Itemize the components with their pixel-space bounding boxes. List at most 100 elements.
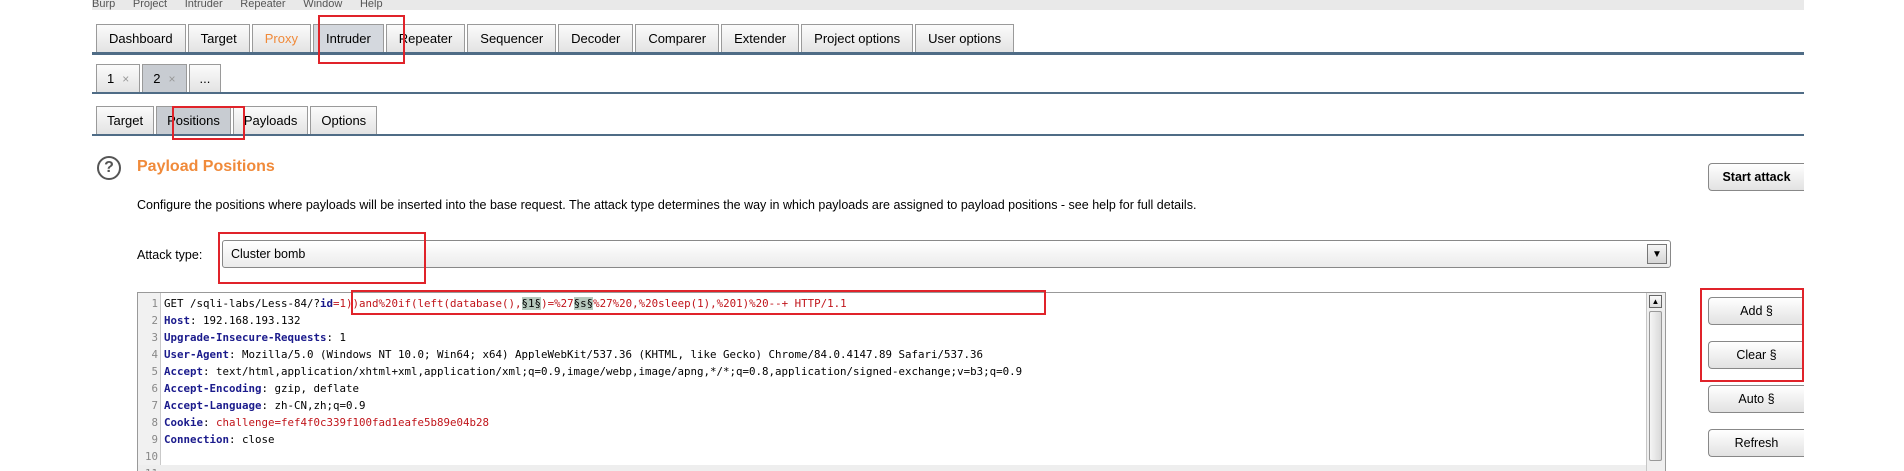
header-value: text/html,application/xhtml+xml,applicat…: [216, 365, 1023, 378]
header-separator: :: [190, 314, 204, 327]
cookie-name: challenge=: [216, 416, 282, 429]
help-icon[interactable]: ?: [97, 156, 121, 180]
attack-tab-bar: 1 × 2 × ...: [96, 64, 223, 92]
attack-type-select[interactable]: Cluster bomb ▼: [222, 240, 1671, 268]
header-line[interactable]: 2 Host: 192.168.193.132: [138, 312, 1665, 329]
attack-type-value: Cluster bomb: [231, 247, 306, 261]
tab-comparer[interactable]: Comparer: [635, 24, 720, 52]
dropdown-arrow-icon[interactable]: ▼: [1647, 244, 1667, 264]
header-value: close: [242, 433, 275, 446]
line-number: 4: [151, 348, 158, 361]
line-number: 5: [151, 365, 158, 378]
header-separator: :: [229, 348, 243, 361]
tab-dashboard[interactable]: Dashboard: [96, 24, 186, 52]
header-value: gzip, deflate: [274, 382, 360, 395]
header-separator: :: [229, 433, 243, 446]
line-number: 6: [151, 382, 158, 395]
tab-sequencer[interactable]: Sequencer: [467, 24, 557, 52]
close-icon[interactable]: ×: [168, 72, 175, 86]
header-separator: :: [326, 331, 340, 344]
new-attack-tab[interactable]: ...: [188, 64, 222, 92]
header-value: 192.168.193.132: [203, 314, 301, 327]
close-icon[interactable]: ×: [122, 72, 129, 86]
clear-markers-button[interactable]: Clear §: [1708, 341, 1804, 369]
header-key: Accept: [164, 365, 204, 378]
header-key: Connection: [164, 433, 230, 446]
attack-tab-1[interactable]: 1 ×: [96, 64, 141, 92]
burp-suite-window: Burp Project Intruder Repeater Window He…: [0, 0, 1804, 471]
header-separator: :: [203, 416, 217, 429]
main-tab-divider: [92, 52, 1804, 55]
scroll-thumb[interactable]: [1649, 311, 1662, 461]
request-line[interactable]: 1 GET /sqli-labs/Less-84/?id=1))and%20if(…: [138, 295, 1665, 312]
header-value: 1: [339, 331, 347, 344]
line-number: 8: [151, 416, 158, 429]
attack-type-label: Attack type:: [137, 248, 203, 262]
subtab-payloads[interactable]: Payloads: [232, 106, 309, 134]
intruder-sub-tab-bar: Target Positions Payloads Options: [96, 106, 379, 134]
tab-repeater[interactable]: Repeater: [385, 24, 466, 52]
subtab-options[interactable]: Options: [310, 106, 378, 134]
payload-marker-1[interactable]: §1§: [521, 297, 542, 310]
menu-help[interactable]: Help: [360, 0, 383, 10]
editor-scrollbar[interactable]: ▲: [1646, 293, 1665, 471]
header-line[interactable]: 5 Accept: text/html,application/xhtml+xml…: [138, 363, 1665, 380]
param-name: id: [320, 297, 334, 310]
cookie-value: fef4f0c339f100fad1eafe5b89e04b28: [281, 416, 490, 429]
section-title: Payload Positions: [137, 158, 275, 175]
header-separator: :: [203, 365, 217, 378]
line-number: 11: [138, 465, 158, 471]
param-value-mid: )=%27: [541, 297, 574, 310]
line-number: 10: [144, 450, 158, 463]
line-number: 2: [151, 314, 158, 327]
header-separator: :: [261, 399, 275, 412]
tab-proxy[interactable]: Proxy: [251, 24, 311, 52]
empty-line[interactable]: 11: [138, 465, 1665, 471]
attack-tab-divider: [92, 92, 1804, 94]
add-marker-button[interactable]: Add §: [1708, 297, 1804, 325]
tab-user-options[interactable]: User options: [915, 24, 1015, 52]
menu-window[interactable]: Window: [303, 0, 342, 10]
sub-tab-divider: [92, 134, 1804, 136]
payload-marker-2[interactable]: §s§: [573, 297, 594, 310]
header-line[interactable]: 4 User-Agent: Mozilla/5.0 (Windows NT 10.…: [138, 346, 1665, 363]
request-line-start: GET /sqli-labs/Less-84/?: [164, 297, 321, 310]
header-key: Accept-Language: [164, 399, 262, 412]
tab-decoder[interactable]: Decoder: [558, 24, 634, 52]
menu-repeater[interactable]: Repeater: [240, 0, 285, 10]
menu-project[interactable]: Project: [133, 0, 167, 10]
attack-tab-2[interactable]: 2 ×: [142, 64, 187, 92]
menu-burp[interactable]: Burp: [92, 0, 115, 10]
menu-intruder[interactable]: Intruder: [185, 0, 223, 10]
tab-intruder[interactable]: Intruder: [312, 24, 384, 52]
header-line[interactable]: 3 Upgrade-Insecure-Requests: 1: [138, 329, 1665, 346]
line-number: 1: [151, 297, 158, 310]
tab-extender[interactable]: Extender: [721, 24, 800, 52]
header-value: Mozilla/5.0 (Windows NT 10.0; Win64; x64…: [242, 348, 984, 361]
tab-target[interactable]: Target: [187, 24, 250, 52]
header-line[interactable]: 6 Accept-Encoding: gzip, deflate: [138, 380, 1665, 397]
subtab-target[interactable]: Target: [96, 106, 155, 134]
auto-markers-button[interactable]: Auto §: [1708, 385, 1804, 413]
start-attack-button[interactable]: Start attack: [1708, 163, 1804, 191]
header-separator: :: [261, 382, 275, 395]
line-number: 3: [151, 331, 158, 344]
line-number: 7: [151, 399, 158, 412]
subtab-positions[interactable]: Positions: [156, 106, 231, 134]
param-value: =1))and%20if(left(database(),: [333, 297, 522, 310]
header-key: Accept-Encoding: [164, 382, 262, 395]
header-key: Cookie: [164, 416, 204, 429]
refresh-button[interactable]: Refresh: [1708, 429, 1804, 457]
header-key: Upgrade-Insecure-Requests: [164, 331, 327, 344]
header-line[interactable]: 7 Accept-Language: zh-CN,zh;q=0.9: [138, 397, 1665, 414]
tab-project-options[interactable]: Project options: [801, 24, 914, 52]
attack-tab-2-label: 2: [153, 71, 161, 86]
empty-line[interactable]: 10: [138, 448, 1665, 465]
header-line[interactable]: 9 Connection: close: [138, 431, 1665, 448]
scroll-up-icon[interactable]: ▲: [1649, 295, 1662, 308]
section-description: Configure the positions where payloads w…: [137, 198, 1197, 212]
line-number: 9: [151, 433, 158, 446]
attack-tab-1-label: 1: [107, 71, 115, 86]
header-line[interactable]: 8 Cookie: challenge=fef4f0c339f100fad1eaf…: [138, 414, 1665, 431]
request-editor[interactable]: 1 GET /sqli-labs/Less-84/?id=1))and%20if(…: [137, 292, 1666, 471]
